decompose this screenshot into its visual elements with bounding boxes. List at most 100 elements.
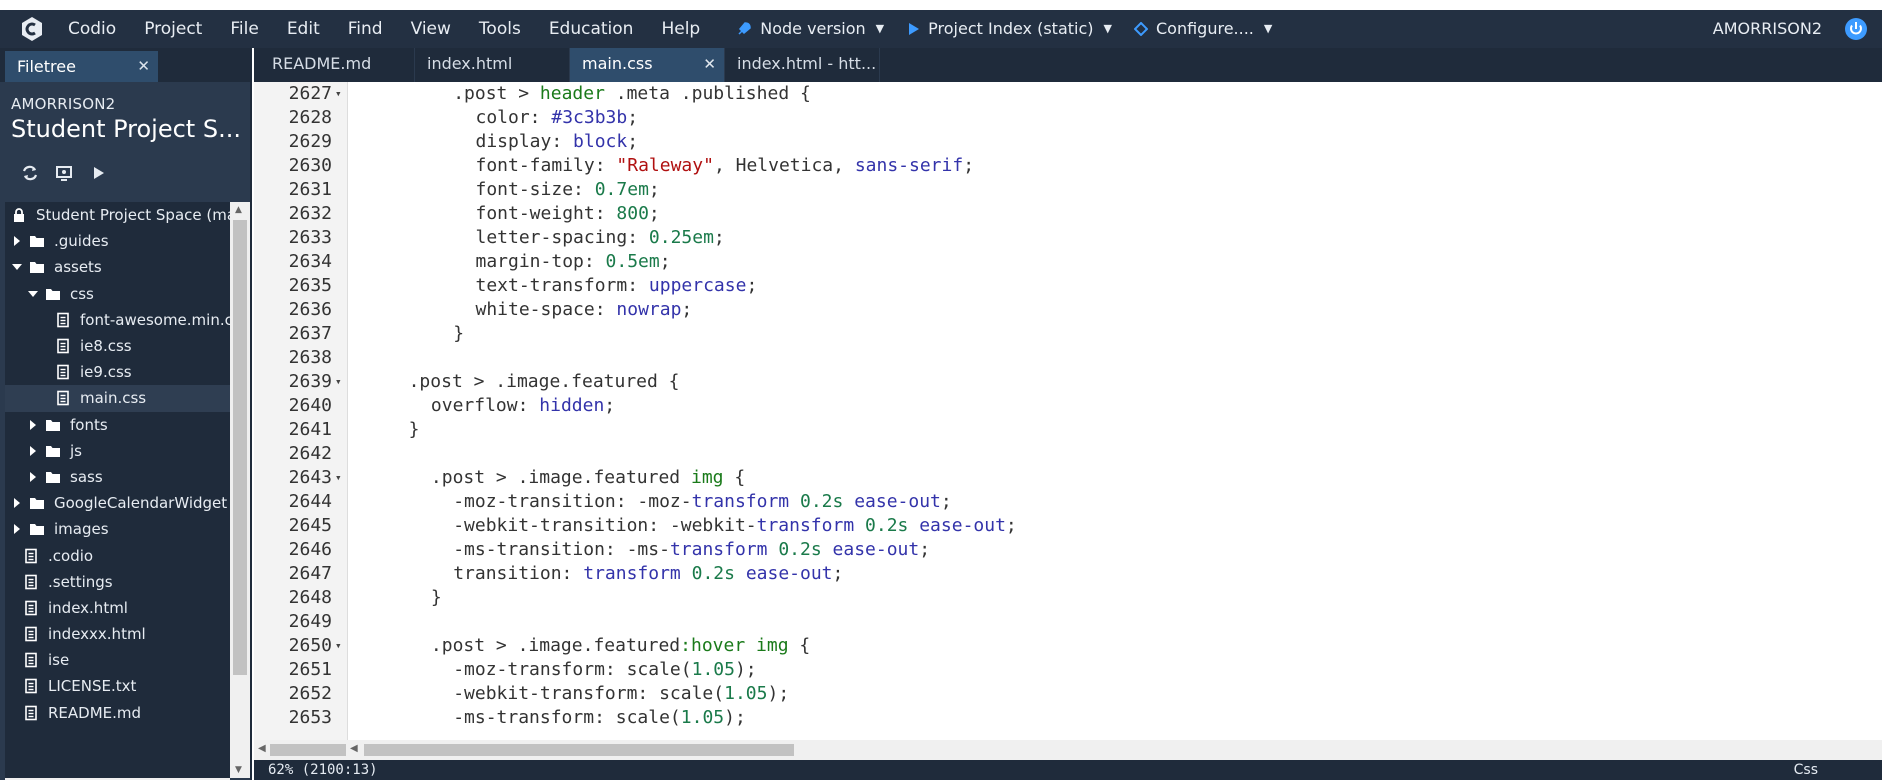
code-line[interactable]: 2647 transition: transform 0.2s ease-out;	[254, 562, 1882, 586]
tree-root[interactable]: Student Project Space (mast	[5, 202, 230, 228]
code-line[interactable]: 2649	[254, 610, 1882, 634]
tree-file[interactable]: ie8.css	[5, 333, 230, 359]
fold-toggle-icon[interactable]: ▾	[335, 634, 342, 658]
tab-main-css[interactable]: main.css ✕	[570, 48, 725, 82]
tree-file[interactable]: ie9.css	[5, 359, 230, 385]
code-line[interactable]: 2629 display: block;	[254, 130, 1882, 154]
menu-file[interactable]: File	[216, 10, 272, 48]
tab-index-html[interactable]: index.html	[415, 48, 570, 82]
code-line[interactable]: 2648}	[254, 586, 1882, 610]
tree-file[interactable]: main.css	[5, 385, 230, 412]
code-line[interactable]: 2638	[254, 346, 1882, 370]
code-line[interactable]: 2644 -moz-transition: -moz-transform 0.2s…	[254, 490, 1882, 514]
filetree-tab[interactable]: Filetree ✕	[5, 51, 158, 82]
tree-folder[interactable]: js	[5, 438, 230, 464]
tree-folder[interactable]: images	[5, 516, 230, 542]
preview-icon[interactable]	[54, 163, 74, 183]
scrollbar-thumb[interactable]	[364, 744, 794, 756]
tree-file[interactable]: index.html	[5, 595, 230, 621]
tree-folder[interactable]: .guides	[5, 228, 230, 254]
code-area[interactable]: 2627 ▾ .post > header .meta .published {26…	[254, 82, 1882, 742]
menu-project[interactable]: Project	[130, 10, 216, 48]
code-line[interactable]: 2643 ▾ .post > .image.featured img {	[254, 466, 1882, 490]
user-name[interactable]: AMORRISON2	[1713, 10, 1822, 48]
project-index-dropdown[interactable]: Project Index (static) ▼	[906, 10, 1112, 48]
code-line[interactable]: 2652 -webkit-transform: scale(1.05);	[254, 682, 1882, 706]
code-line[interactable]: 2645 -webkit-transition: -webkit-transfor…	[254, 514, 1882, 538]
power-icon[interactable]	[1844, 17, 1868, 41]
configure-dropdown[interactable]: Configure.... ▼	[1133, 10, 1272, 48]
tab-readme[interactable]: README.md	[260, 48, 415, 82]
close-icon[interactable]: ✕	[137, 51, 150, 82]
filetree-tab-label: Filetree	[17, 57, 76, 76]
refresh-icon[interactable]	[20, 163, 40, 183]
code-line[interactable]: 2635 text-transform: uppercase;	[254, 274, 1882, 298]
tree-folder[interactable]: GoogleCalendarWidget	[5, 490, 230, 516]
code-line[interactable]: 2653 -ms-transform: scale(1.05);	[254, 706, 1882, 730]
menu-edit[interactable]: Edit	[273, 10, 334, 48]
node-version-dropdown[interactable]: Node version ▼	[736, 10, 884, 48]
caret-right-icon[interactable]	[11, 523, 23, 535]
code-line[interactable]: 2634 margin-top: 0.5em;	[254, 250, 1882, 274]
code-line[interactable]: 2640 overflow: hidden;	[254, 394, 1882, 418]
filetree-vertical-scrollbar[interactable]: ▲ ▼	[230, 202, 250, 778]
tree-file[interactable]: .settings	[5, 569, 230, 595]
menu-view[interactable]: View	[397, 10, 465, 48]
caret-down-icon[interactable]	[27, 290, 39, 298]
gutter-scrollbar-thumb[interactable]	[270, 744, 346, 756]
menu-help[interactable]: Help	[647, 10, 714, 48]
menu-tools[interactable]: Tools	[465, 10, 535, 48]
code-line[interactable]: 2651 -moz-transform: scale(1.05);	[254, 658, 1882, 682]
code-line[interactable]: 2632 font-weight: 800;	[254, 202, 1882, 226]
code-line[interactable]: 2650 ▾ .post > .image.featured:hover img {	[254, 634, 1882, 658]
scroll-down-icon[interactable]: ▼	[235, 765, 242, 775]
code-token: ;	[832, 563, 844, 584]
tree-folder[interactable]: assets	[5, 254, 230, 280]
diamond-icon	[1133, 22, 1148, 36]
menu-codio[interactable]: Codio	[52, 10, 130, 48]
caret-right-icon[interactable]	[27, 471, 39, 483]
caret-down-icon[interactable]	[11, 263, 23, 271]
menu-education[interactable]: Education	[535, 10, 648, 48]
code-line[interactable]: 2633 letter-spacing: 0.25em;	[254, 226, 1882, 250]
fold-toggle-icon[interactable]: ▾	[335, 466, 342, 490]
scroll-left-icon[interactable]: ◀	[350, 743, 358, 754]
scroll-up-icon[interactable]: ▲	[235, 205, 242, 215]
fold-toggle-icon[interactable]: ▾	[335, 82, 342, 106]
menu-find[interactable]: Find	[334, 10, 397, 48]
editor-horizontal-scrollbar[interactable]: ◀ ◀	[254, 740, 1882, 760]
tree-file[interactable]: indexxx.html	[5, 621, 230, 647]
tree-folder[interactable]: sass	[5, 464, 230, 490]
caret-right-icon[interactable]	[11, 235, 23, 247]
tree-file[interactable]: LICENSE.txt	[5, 673, 230, 699]
tree-file[interactable]: ise	[5, 647, 230, 673]
code-line[interactable]: 2631 font-size: 0.7em;	[254, 178, 1882, 202]
tree-file[interactable]: README.md	[5, 700, 230, 726]
code-line[interactable]: 2637}	[254, 322, 1882, 346]
scrollbar-thumb[interactable]	[233, 220, 247, 675]
language-mode[interactable]: Css	[1794, 760, 1818, 780]
code-line[interactable]: 2642	[254, 442, 1882, 466]
tree-folder[interactable]: css	[5, 281, 230, 307]
run-icon[interactable]	[88, 163, 108, 183]
code-line[interactable]: 2628 color: #3c3b3b;	[254, 106, 1882, 130]
caret-right-icon[interactable]	[11, 497, 23, 509]
tree-folder[interactable]: fonts	[5, 412, 230, 438]
line-number: 2641	[288, 419, 332, 440]
close-icon[interactable]: ✕	[703, 48, 716, 80]
tab-index-html-preview[interactable]: index.html - htt...	[725, 48, 880, 82]
fold-toggle-icon[interactable]: ▾	[335, 370, 342, 394]
caret-right-icon[interactable]	[27, 419, 39, 431]
code-line[interactable]: 2636 white-space: nowrap;	[254, 298, 1882, 322]
codio-logo-icon[interactable]	[12, 10, 52, 48]
code-line[interactable]: 2641}	[254, 418, 1882, 442]
tree-file[interactable]: .codio	[5, 542, 230, 568]
code-line[interactable]: 2646 -ms-transition: -ms-transform 0.2s e…	[254, 538, 1882, 562]
tree-item-label: GoogleCalendarWidget	[54, 494, 228, 513]
code-line[interactable]: 2627 ▾ .post > header .meta .published {	[254, 82, 1882, 106]
scroll-left-icon[interactable]: ◀	[258, 743, 266, 754]
tree-file[interactable]: font-awesome.min.c	[5, 307, 230, 333]
caret-right-icon[interactable]	[27, 445, 39, 457]
code-line[interactable]: 2639 ▾ .post > .image.featured {	[254, 370, 1882, 394]
code-line[interactable]: 2630 font-family: "Raleway", Helvetica, s…	[254, 154, 1882, 178]
